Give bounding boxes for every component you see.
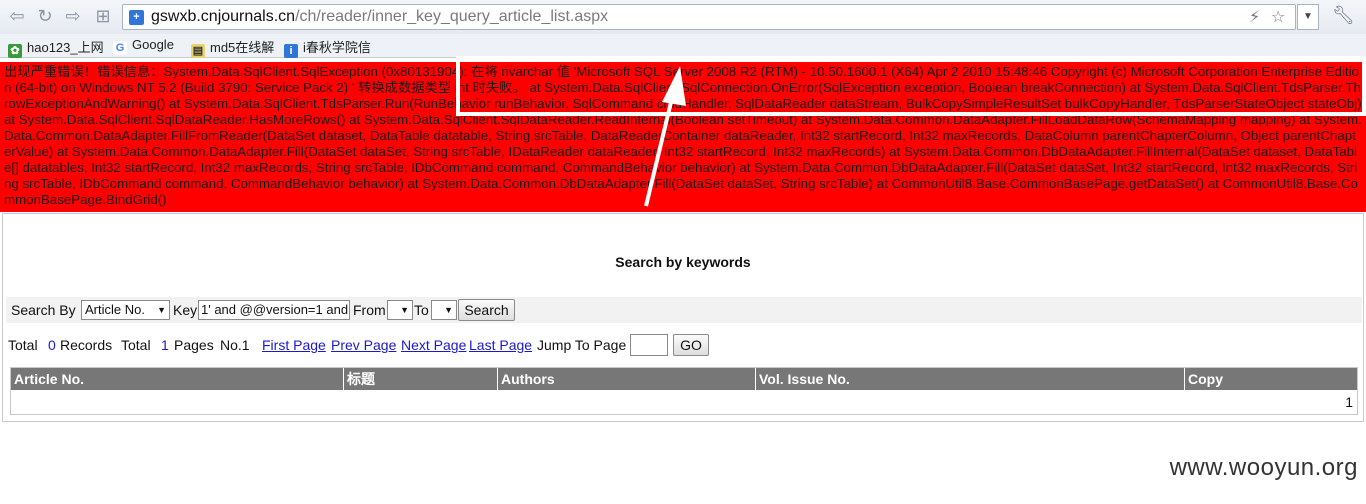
search-panel: Search by keywords Search By Article No.… <box>2 213 1364 422</box>
forward-icon[interactable]: ⇨ <box>62 6 84 28</box>
column-copy[interactable]: Copy <box>1185 368 1357 390</box>
from-label: From <box>353 302 386 318</box>
from-select[interactable]: ▼ <box>387 300 413 320</box>
apps-grid-icon[interactable]: ⊞ <box>92 6 114 28</box>
column-title[interactable]: 标题 <box>344 368 498 390</box>
back-icon[interactable]: ⇦ <box>6 6 28 28</box>
total-label: Total <box>121 337 151 353</box>
url-path: /ch/reader/inner_key_query_article_list.… <box>295 8 609 25</box>
leaf-icon: ✿ <box>8 44 22 58</box>
prev-page-link[interactable]: Prev Page <box>331 337 396 353</box>
keyword-input[interactable]: 1' and @@version=1 and ' <box>198 300 350 320</box>
key-label: Key <box>173 302 198 318</box>
bookmark-item[interactable]: i i春秋学院信 <box>284 37 371 58</box>
last-page-link[interactable]: Last Page <box>469 337 532 353</box>
chevron-down-icon: ▼ <box>157 305 166 315</box>
total-label: Total <box>8 337 38 353</box>
pages-label: Pages <box>174 337 214 353</box>
jump-label: Jump To Page <box>537 337 627 353</box>
jump-page-input[interactable] <box>630 334 668 356</box>
google-icon: G <box>113 41 127 55</box>
watermark-text: www.wooyun.org <box>1169 454 1358 481</box>
pages-count: 1 <box>161 337 169 353</box>
url-host: gswxb.cnjournals.cn <box>151 8 296 25</box>
annotation-highlight-box <box>456 56 1366 116</box>
next-page-link[interactable]: Next Page <box>401 337 466 353</box>
table-row: 1 <box>11 390 1357 414</box>
url-text[interactable]: gswxb.cnjournals.cn/ch/reader/inner_key_… <box>151 8 608 26</box>
bookmark-label: hao123_上网 <box>27 40 104 55</box>
folder-icon: ▤ <box>191 44 205 58</box>
table-header: Article No. 标题 Authors Vol. Issue No. Co… <box>11 368 1357 390</box>
go-button[interactable]: GO <box>673 334 709 356</box>
wrench-icon[interactable]: 🔧︎ <box>1332 5 1355 26</box>
first-page-link[interactable]: First Page <box>262 337 326 353</box>
current-page-label: No.1 <box>220 337 250 353</box>
dropdown-icon[interactable]: ▼ <box>1297 4 1319 30</box>
bookmark-item[interactable]: ▤ md5在线解 <box>191 37 274 58</box>
bookmark-label: Google <box>132 37 174 52</box>
search-form: Search By Article No. ▼ Key 1' and @@vers… <box>6 297 1362 323</box>
results-table: Article No. 标题 Authors Vol. Issue No. Co… <box>10 367 1358 415</box>
search-by-label: Search By <box>11 302 76 318</box>
column-vol-issue[interactable]: Vol. Issue No. <box>756 368 1185 390</box>
bookmark-item[interactable]: G Google <box>113 37 174 55</box>
site-favicon: + <box>129 10 144 25</box>
to-select[interactable]: ▼ <box>431 300 457 320</box>
column-article-no[interactable]: Article No. <box>11 368 344 390</box>
chevron-down-icon: ▼ <box>400 305 409 315</box>
column-authors[interactable]: Authors <box>498 368 756 390</box>
star-icon[interactable]: ☆ <box>1271 7 1285 26</box>
row-count-cell: 1 <box>1345 394 1353 410</box>
search-field-select[interactable]: Article No. ▼ <box>81 300 170 320</box>
search-button[interactable]: Search <box>458 299 515 321</box>
bookmark-label: md5在线解 <box>210 40 275 55</box>
bookmark-label: i春秋学院信 <box>303 40 371 55</box>
reload-icon[interactable]: ↻ <box>34 6 56 28</box>
address-bar[interactable]: + gswxb.cnjournals.cn/ch/reader/inner_ke… <box>122 4 1296 30</box>
search-field-value: Article No. <box>85 302 145 317</box>
to-label: To <box>414 302 429 318</box>
bookmarks-bar: ✿ hao123_上网 G Google ▤ md5在线解 i i春秋学院信 <box>0 34 1366 58</box>
chevron-down-icon: ▼ <box>444 305 453 315</box>
bookmark-item[interactable]: ✿ hao123_上网 <box>8 37 104 58</box>
page-title: Search by keywords <box>615 254 751 270</box>
info-icon: i <box>284 44 298 58</box>
browser-toolbar: ⇦ ↻ ⇨ ⊞ + gswxb.cnjournals.cn/ch/reader/… <box>0 0 1366 34</box>
lightning-icon[interactable]: ⚡ <box>1249 7 1260 26</box>
records-label: Records <box>60 337 113 353</box>
records-count: 0 <box>48 337 56 353</box>
